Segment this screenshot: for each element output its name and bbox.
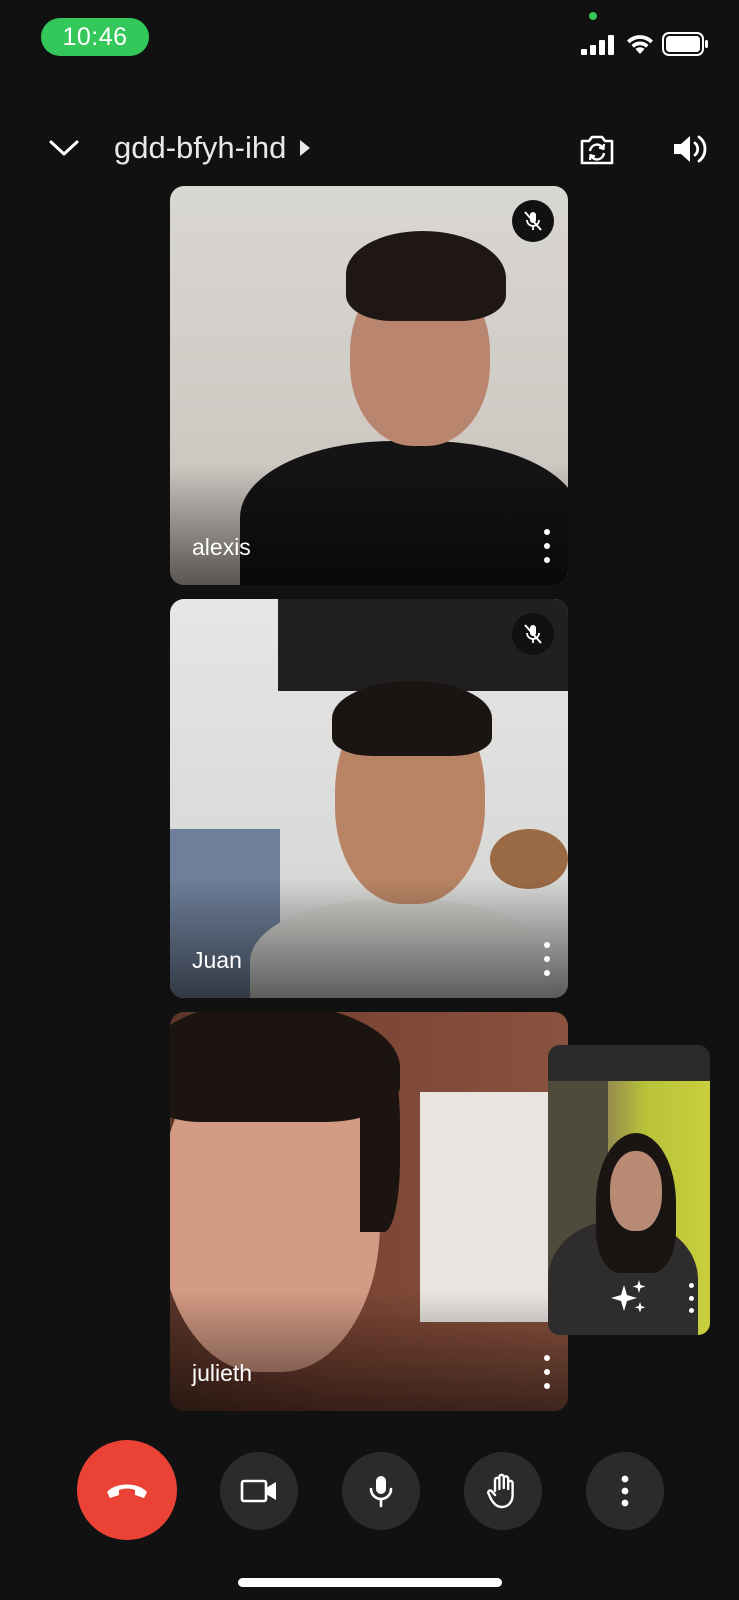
sparkle-effects-icon[interactable] bbox=[608, 1275, 652, 1319]
raise-hand-button[interactable] bbox=[464, 1452, 542, 1530]
cellular-signal-icon bbox=[581, 35, 614, 55]
end-call-button[interactable] bbox=[77, 1440, 177, 1540]
participant-name: alexis bbox=[192, 534, 251, 560]
more-vert-icon[interactable] bbox=[686, 1283, 696, 1313]
mic-off-badge bbox=[512, 200, 554, 242]
video-camera-icon bbox=[240, 1479, 276, 1503]
mic-off-icon bbox=[524, 624, 542, 644]
meeting-code-label: gdd-bfyh-ihd bbox=[114, 130, 287, 165]
self-view-tile[interactable] bbox=[548, 1045, 710, 1335]
battery-icon bbox=[662, 32, 708, 56]
microphone-toggle-button[interactable] bbox=[342, 1452, 420, 1530]
camera-switch-icon[interactable] bbox=[578, 132, 616, 166]
more-vert-icon[interactable] bbox=[540, 942, 554, 976]
microphone-icon bbox=[369, 1476, 393, 1508]
meeting-code-button[interactable]: gdd-bfyh-ihd bbox=[114, 130, 311, 166]
speaker-icon[interactable] bbox=[671, 132, 707, 166]
chevron-down-icon[interactable] bbox=[48, 136, 80, 160]
participant-tile[interactable]: julieth bbox=[170, 1012, 568, 1411]
mic-off-badge bbox=[512, 613, 554, 655]
participant-tile[interactable]: Juan bbox=[170, 599, 568, 998]
status-time: 10:46 bbox=[41, 18, 149, 56]
participant-name: Juan bbox=[192, 947, 242, 973]
more-vert-icon[interactable] bbox=[540, 1355, 554, 1389]
more-options-button[interactable] bbox=[586, 1452, 664, 1530]
more-vert-icon[interactable] bbox=[540, 529, 554, 563]
hang-up-icon bbox=[107, 1484, 147, 1498]
caret-right-icon bbox=[300, 140, 311, 156]
wifi-icon bbox=[627, 35, 653, 54]
camera-toggle-button[interactable] bbox=[220, 1452, 298, 1530]
home-indicator[interactable] bbox=[238, 1578, 502, 1587]
mic-off-icon bbox=[524, 211, 542, 231]
privacy-indicator-dot bbox=[589, 12, 597, 20]
raise-hand-icon bbox=[487, 1473, 514, 1509]
participant-name: julieth bbox=[192, 1360, 253, 1386]
more-vert-icon bbox=[621, 1475, 629, 1507]
participant-tile[interactable]: alexis bbox=[170, 186, 568, 585]
